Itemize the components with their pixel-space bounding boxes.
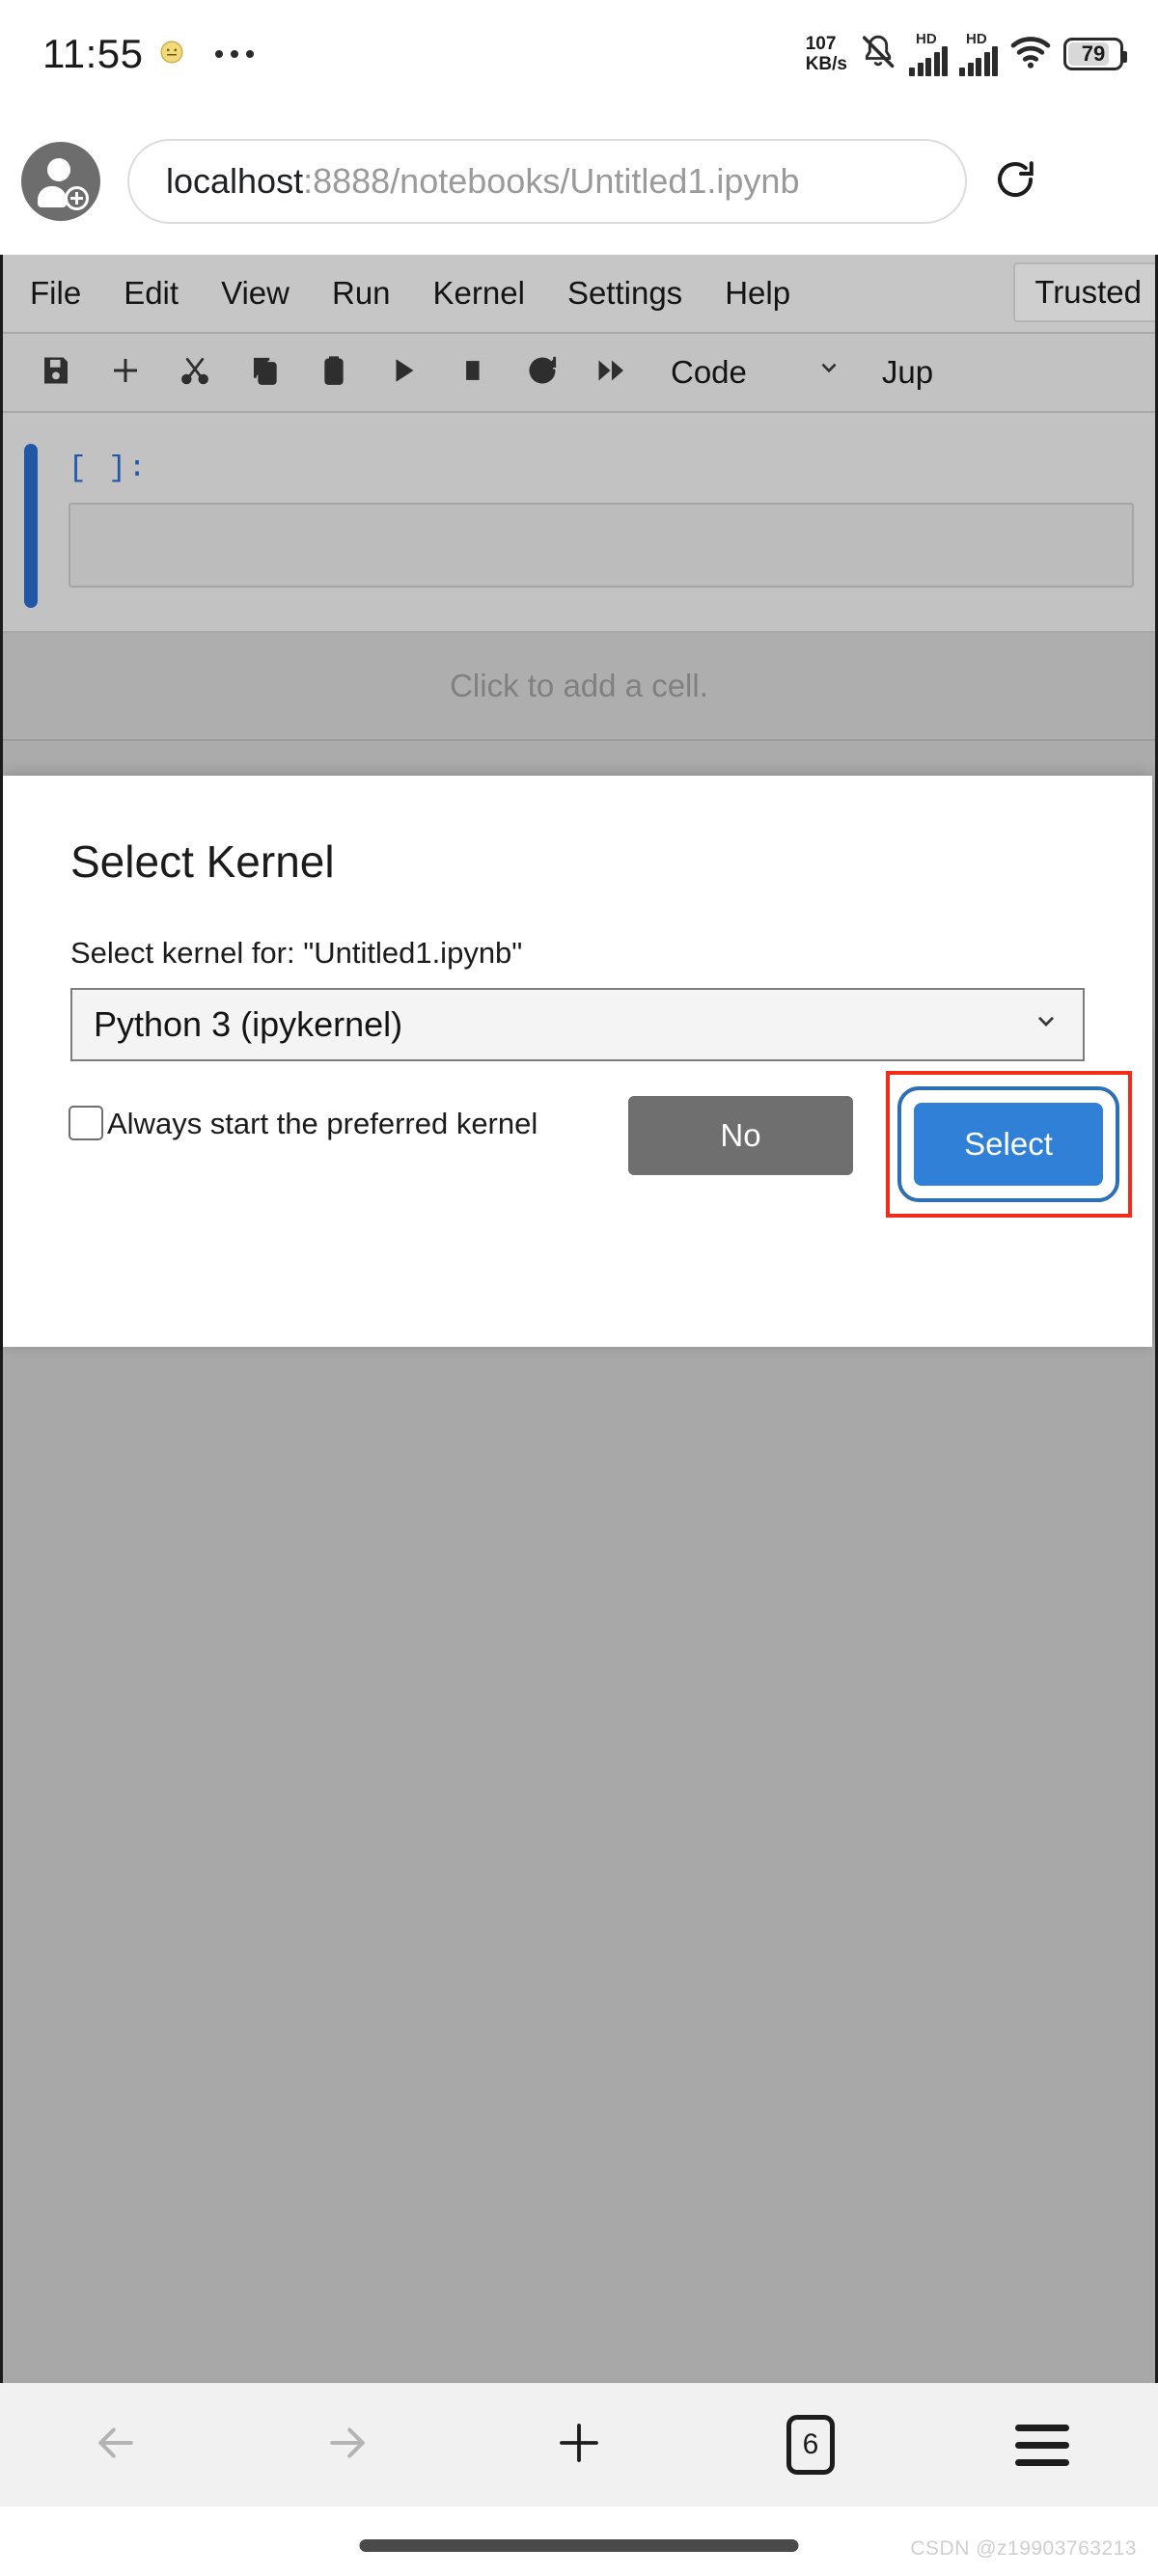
select-kernel-dialog: Select Kernel Select kernel for: "Untitl…: [3, 776, 1152, 1347]
jupyter-toolbar: Code Jup: [3, 334, 1155, 413]
sim2-hd-label: HD: [966, 30, 987, 47]
status-emoji-icon: [159, 40, 184, 69]
account-add-icon[interactable]: [21, 142, 100, 221]
menu-item-kernel[interactable]: Kernel: [412, 275, 546, 312]
restart-kernel-icon: [525, 353, 560, 393]
run-button[interactable]: [372, 341, 435, 404]
wifi-icon: [1009, 35, 1052, 74]
url-host: localhost: [166, 161, 304, 201]
stop-icon: [455, 353, 490, 393]
plus-icon: [553, 2417, 605, 2474]
home-indicator: [359, 2539, 799, 2552]
network-speed: 107 KB/s: [806, 34, 847, 74]
chevron-down-icon: [1031, 1007, 1062, 1043]
always-start-preferred-kernel-row[interactable]: Always start the preferred kernel: [69, 1102, 619, 1146]
run-all-icon: [594, 353, 629, 393]
trusted-button[interactable]: Trusted: [1013, 262, 1155, 322]
dialog-footer: Always start the preferred kernel No Sel…: [3, 1061, 1152, 1218]
new-tab-button[interactable]: [463, 2417, 695, 2474]
arrow-right-icon: [321, 2417, 373, 2474]
forward-button[interactable]: [232, 2417, 463, 2474]
tab-switcher-button[interactable]: 6: [695, 2415, 926, 2475]
run-icon: [386, 353, 421, 393]
sim1-hd-label: HD: [916, 30, 937, 47]
cut-icon: [178, 353, 212, 393]
run-all-button[interactable]: [580, 341, 644, 404]
bell-muted-icon: [859, 33, 897, 76]
cut-button[interactable]: [163, 341, 227, 404]
jupyter-logo-text: Jup: [881, 354, 934, 390]
copy-button[interactable]: [233, 341, 296, 404]
status-time: 11:55: [42, 31, 144, 76]
save-button[interactable]: [24, 341, 88, 404]
menu-item-settings[interactable]: Settings: [546, 275, 703, 312]
select-button[interactable]: Select: [914, 1103, 1103, 1186]
dialog-title: Select Kernel: [70, 836, 335, 887]
save-icon: [39, 353, 73, 393]
cell-code-input[interactable]: [69, 503, 1134, 588]
dialog-subtitle: Select kernel for: "Untitled1.ipynb": [70, 936, 523, 970]
add-cell-icon: [108, 353, 143, 393]
battery-level: 79: [1081, 41, 1106, 66]
kernel-select-dropdown[interactable]: Python 3 (ipykernel): [70, 988, 1085, 1061]
browser-url-bar: localhost:8888/notebooks/Untitled1.ipynb: [0, 108, 1158, 255]
add-cell-button[interactable]: [94, 341, 157, 404]
copy-icon: [247, 353, 282, 393]
kernel-select-value: Python 3 (ipykernel): [94, 1004, 403, 1044]
status-bar-left: 11:55: [0, 31, 254, 77]
network-speed-value: 107: [805, 34, 837, 54]
cell-prompt-label: [ ]:: [69, 452, 149, 485]
arrow-left-icon: [90, 2417, 142, 2474]
tab-count-badge: 6: [786, 2415, 835, 2475]
watermark: CSDN @z19903763213: [910, 2537, 1137, 2560]
hamburger-menu-icon: [1015, 2424, 1069, 2466]
reload-icon: [992, 156, 1038, 207]
browser-bottom-nav: 6: [0, 2383, 1158, 2507]
jupyter-menu-bar: File Edit View Run Kernel Settings Help …: [3, 255, 1155, 334]
more-dots-icon: [214, 50, 254, 58]
address-bar-input[interactable]: localhost:8888/notebooks/Untitled1.ipynb: [127, 139, 967, 224]
back-button[interactable]: [0, 2417, 232, 2474]
notebook-cell[interactable]: [ ]:: [3, 413, 1155, 633]
browser-menu-button[interactable]: [926, 2424, 1158, 2466]
status-bar-right: 107 KB/s HD HD 79: [806, 30, 1158, 76]
cell-type-value: Code: [671, 354, 747, 390]
menu-item-file[interactable]: File: [3, 275, 102, 312]
always-start-preferred-kernel-checkbox[interactable]: [69, 1106, 103, 1140]
network-speed-unit: KB/s: [805, 54, 847, 74]
menu-item-help[interactable]: Help: [703, 275, 812, 312]
url-path: :8888/notebooks/Untitled1.ipynb: [303, 161, 800, 201]
menu-item-view[interactable]: View: [200, 275, 311, 312]
battery-icon: 79: [1063, 38, 1127, 70]
stop-button[interactable]: [441, 341, 505, 404]
select-button-focus-ring: Select: [897, 1086, 1119, 1202]
sim2-signal-icon: HD: [959, 30, 998, 76]
restart-kernel-button[interactable]: [510, 341, 574, 404]
menu-item-run[interactable]: Run: [311, 275, 412, 312]
active-cell-indicator: [24, 444, 38, 608]
paste-button[interactable]: [302, 341, 366, 404]
phone-screen: 11:55 107 KB/s HD HD 79 localhost:8888/…: [0, 0, 1158, 2576]
status-bar: 11:55 107 KB/s HD HD 79: [0, 0, 1158, 108]
paste-icon: [317, 353, 351, 393]
menu-item-edit[interactable]: Edit: [102, 275, 200, 312]
cell-type-dropdown[interactable]: Code: [671, 354, 843, 391]
no-button[interactable]: No: [628, 1096, 853, 1175]
add-cell-hint[interactable]: Click to add a cell.: [3, 633, 1155, 741]
reload-button[interactable]: [967, 156, 1063, 207]
sim1-signal-icon: HD: [909, 30, 948, 76]
chevron-down-icon: [814, 354, 843, 391]
always-start-preferred-kernel-label: Always start the preferred kernel: [107, 1107, 538, 1140]
